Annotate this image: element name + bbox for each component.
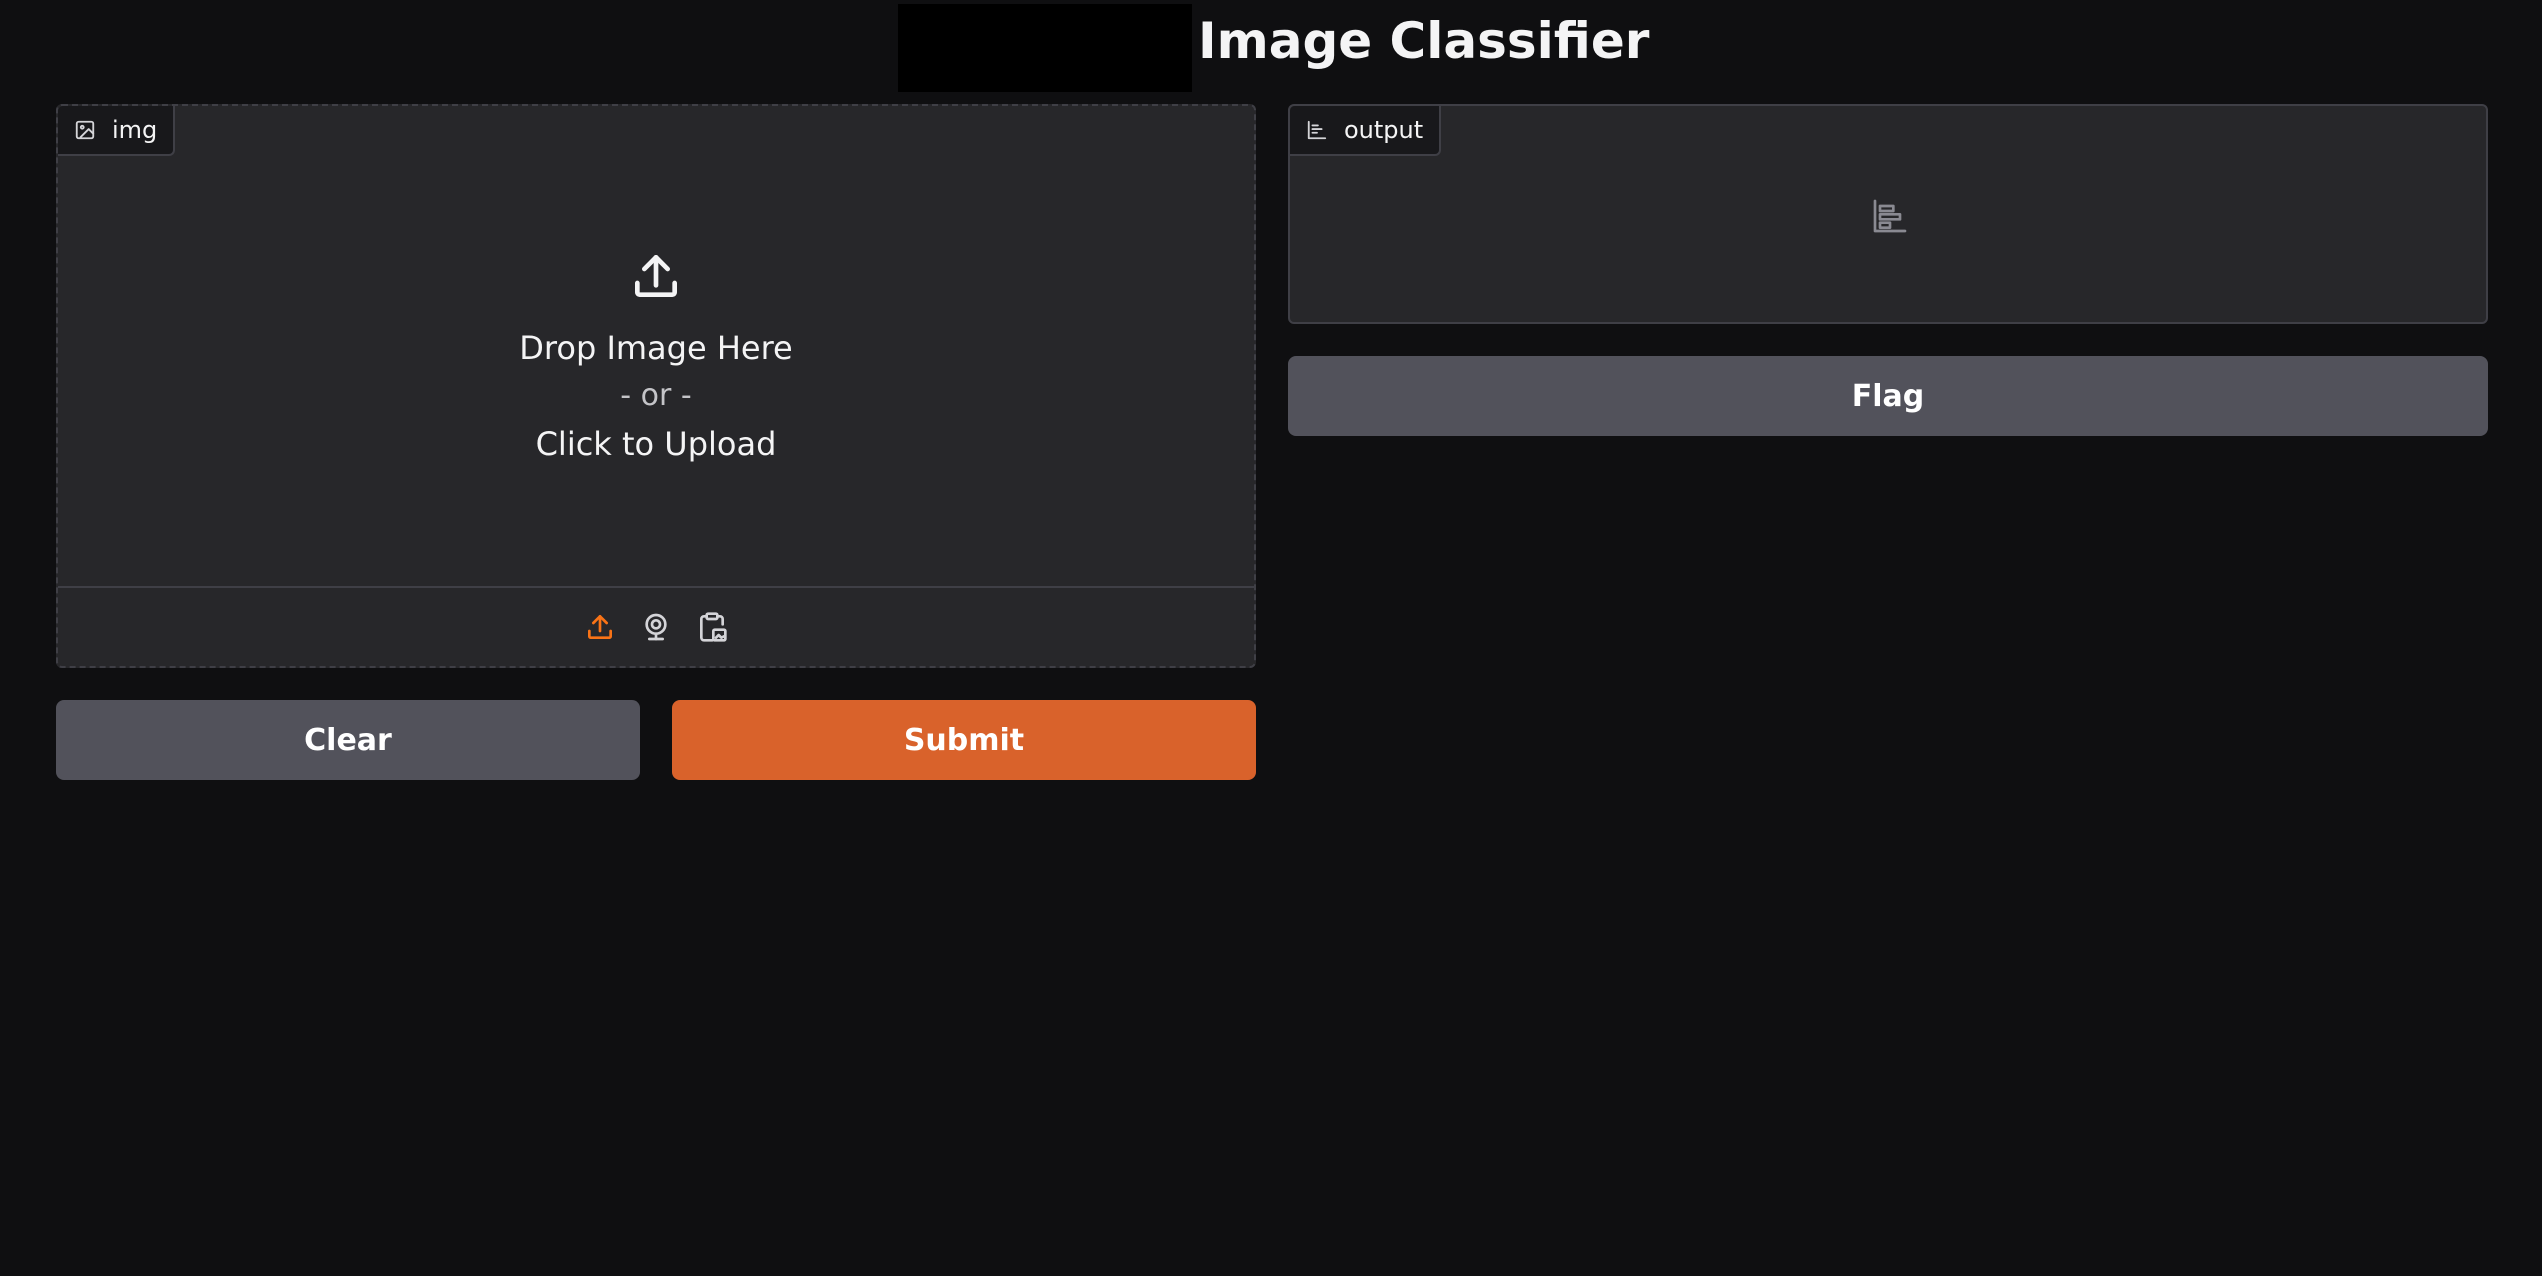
image-input-label-text: img bbox=[112, 116, 158, 144]
output-label-text: output bbox=[1344, 116, 1424, 144]
bar-chart-icon bbox=[1307, 120, 1327, 140]
clipboard-icon bbox=[700, 612, 727, 642]
output-label: output bbox=[1290, 106, 1442, 156]
image-source-selector bbox=[58, 586, 1254, 666]
click-to-upload-text: Click to Upload bbox=[535, 425, 777, 463]
webcam-source-button[interactable] bbox=[640, 611, 672, 643]
clipboard-source-button[interactable] bbox=[696, 611, 728, 643]
page-title: Image Classifier bbox=[1198, 12, 1650, 70]
submit-button[interactable]: Submit bbox=[672, 700, 1256, 780]
upload-icon bbox=[588, 615, 612, 639]
image-input-label: img bbox=[58, 106, 176, 156]
clear-button[interactable]: Clear bbox=[56, 700, 640, 780]
or-separator-text: - or - bbox=[620, 378, 692, 413]
upload-icon bbox=[635, 254, 677, 297]
app-root: Image Classifier Drop Image Here - or - … bbox=[0, 0, 2542, 1276]
header: Image Classifier bbox=[0, 0, 2542, 96]
bar-chart-icon bbox=[1873, 199, 1907, 233]
upload-source-button[interactable] bbox=[584, 611, 616, 643]
image-input-panel: Drop Image Here - or - Click to Upload i… bbox=[56, 104, 1256, 668]
webcam-icon bbox=[645, 613, 667, 641]
image-icon bbox=[75, 120, 95, 140]
flag-button[interactable]: Flag bbox=[1288, 356, 2488, 436]
image-drop-zone[interactable]: Drop Image Here - or - Click to Upload bbox=[58, 106, 1254, 586]
label-output-panel: output bbox=[1288, 104, 2488, 324]
drop-image-text: Drop Image Here bbox=[519, 329, 793, 367]
redacted-title-block bbox=[898, 4, 1192, 92]
